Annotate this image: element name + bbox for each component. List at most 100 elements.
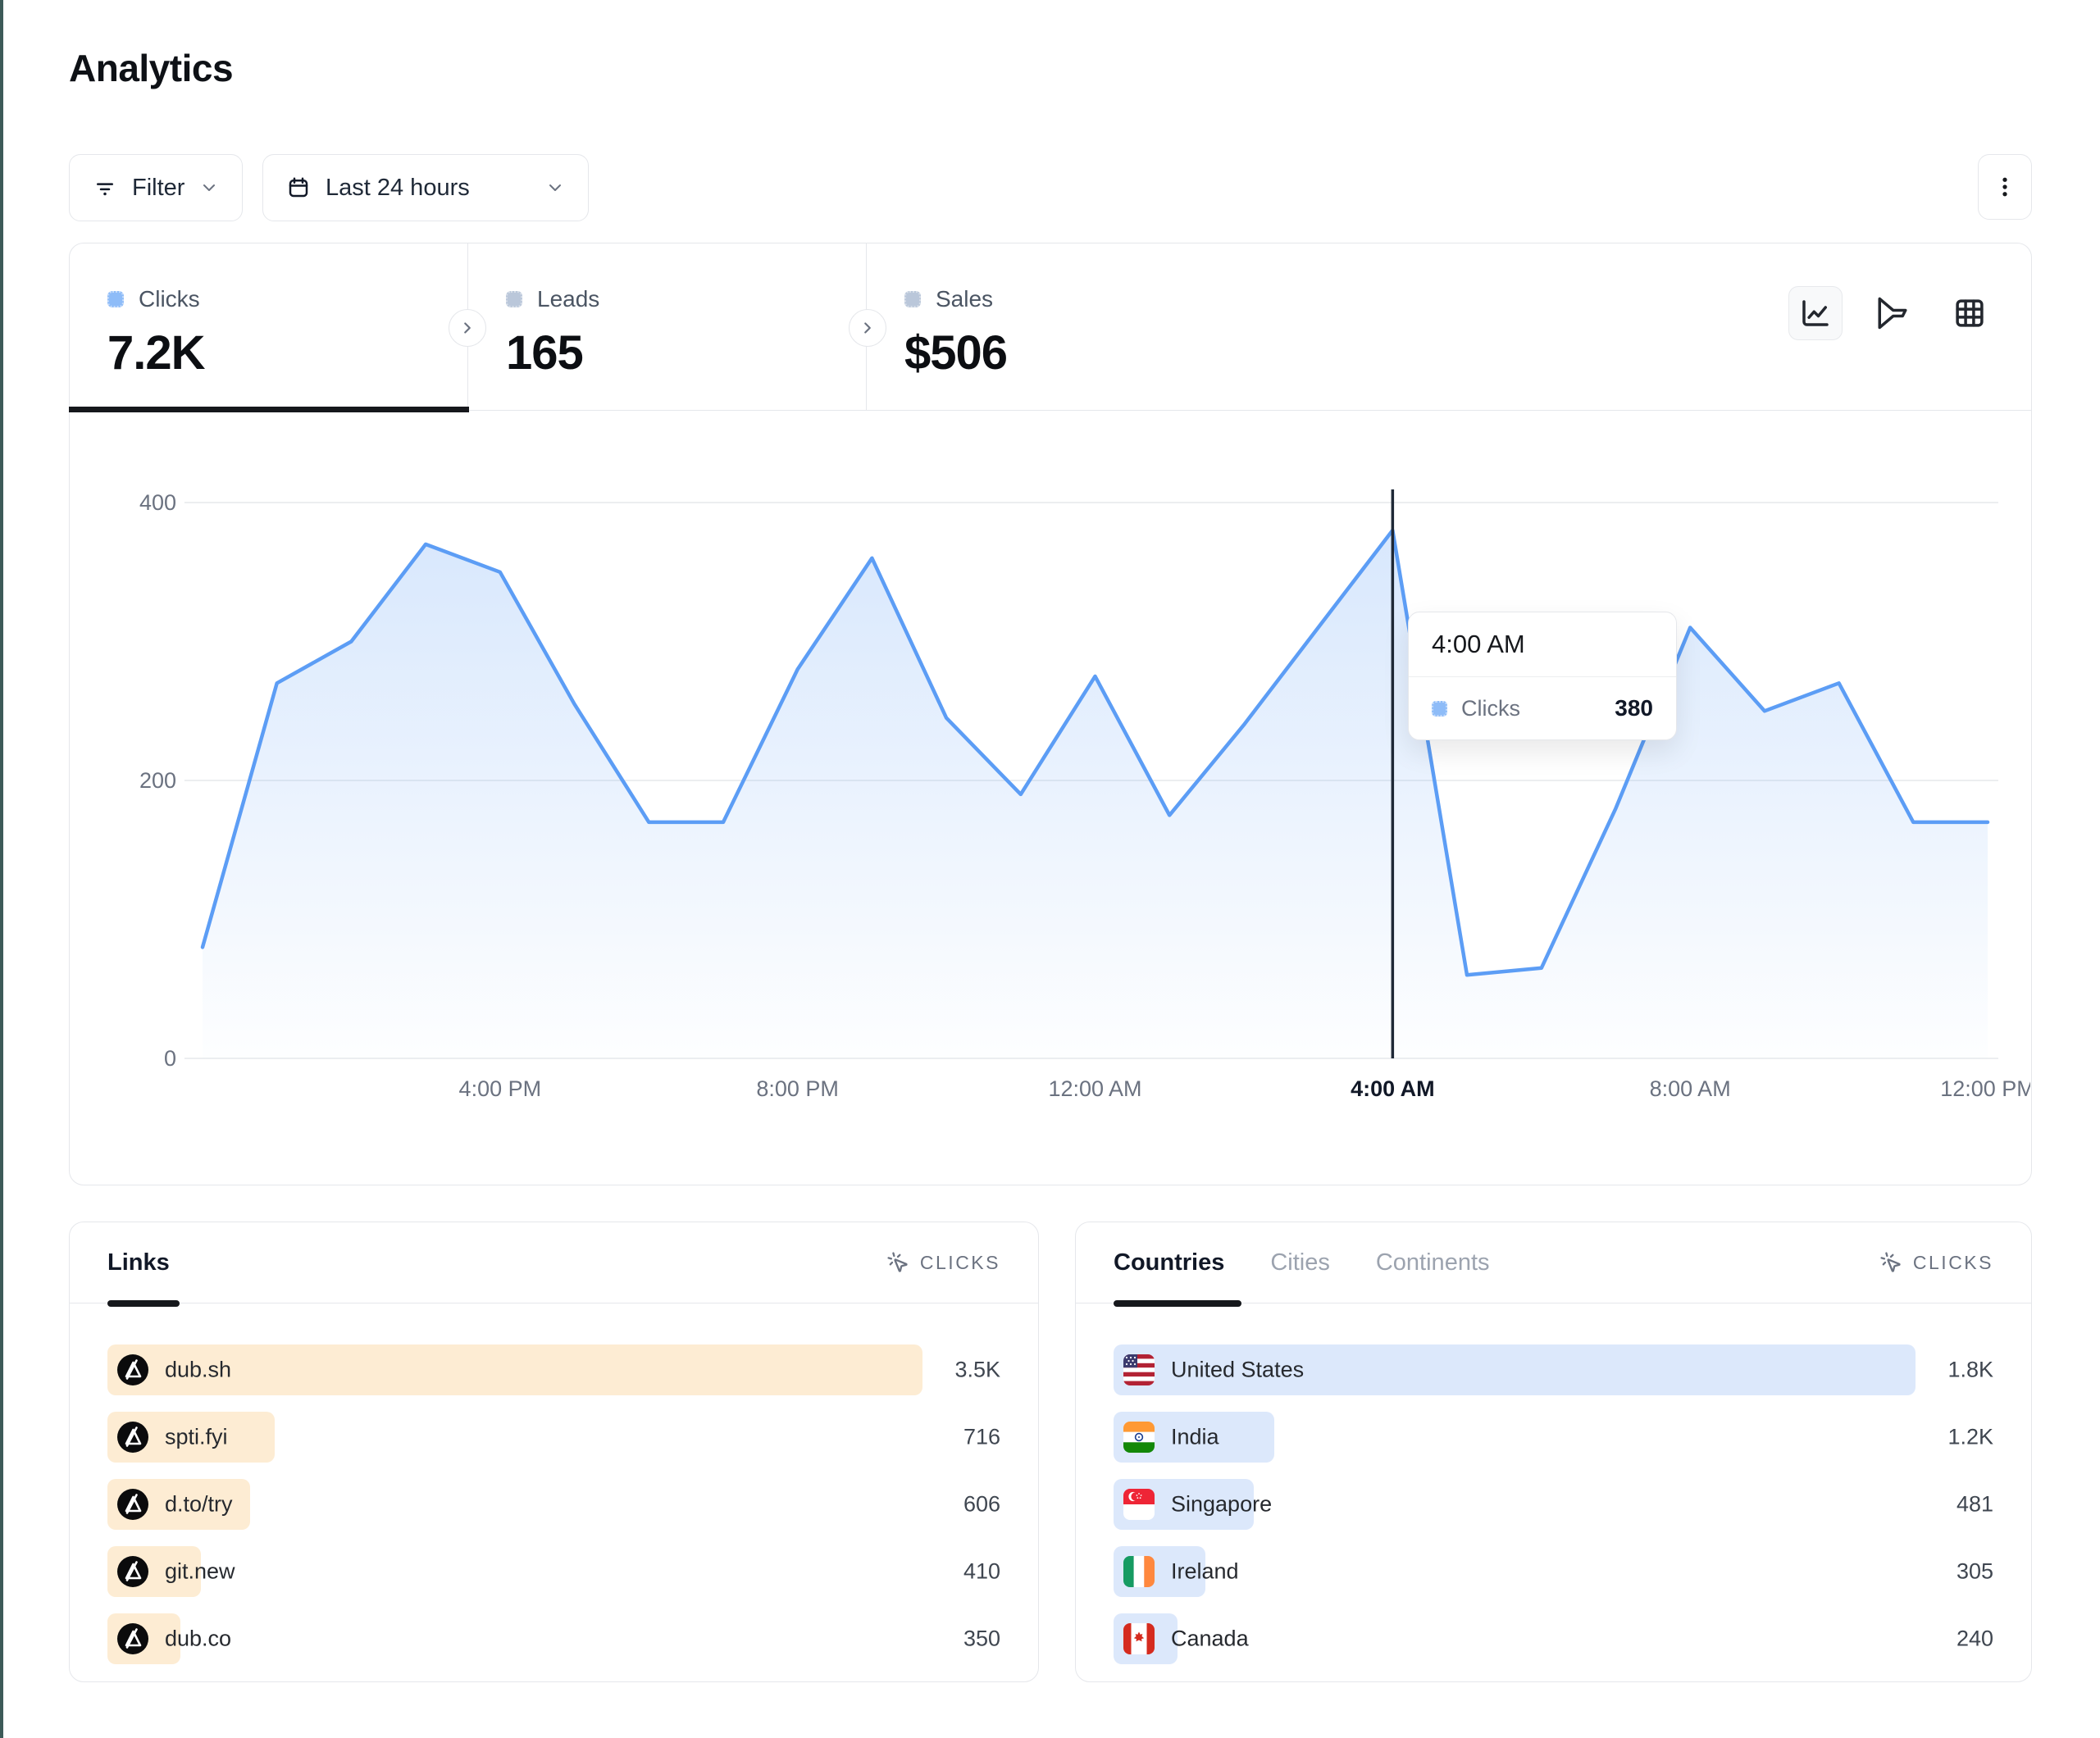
expand-clicks-button[interactable]: [449, 309, 486, 347]
expand-leads-button[interactable]: [849, 309, 886, 347]
link-row-git-new[interactable]: git.new 410: [107, 1546, 1000, 1597]
x-tick-label: 4:00 AM: [1351, 1076, 1435, 1101]
x-tick-label: 12:00 AM: [1048, 1076, 1141, 1101]
locations-panel: Countries Cities Continents CLICKS Unite…: [1075, 1222, 2032, 1682]
calendar-icon: [286, 175, 311, 200]
tab-links[interactable]: Links: [107, 1249, 170, 1276]
x-tick-label: 4:00 PM: [459, 1076, 542, 1101]
row-label: India: [1171, 1425, 1219, 1450]
y-tick-label: 0: [164, 1046, 176, 1071]
dub-logo-icon: [117, 1556, 148, 1587]
more-options-button[interactable]: [1978, 154, 2032, 220]
cursor-click-icon: [886, 1251, 909, 1274]
grid-icon: [1952, 296, 1987, 330]
row-label: spti.fyi: [165, 1425, 228, 1450]
line-chart-icon: [1798, 296, 1833, 330]
chart-view-toggles: [1788, 286, 1997, 340]
sales-value: $506: [904, 325, 1265, 380]
y-tick-label: 200: [139, 768, 176, 793]
clicks-tab-label: Clicks: [139, 286, 200, 312]
dub-logo-icon: [117, 1489, 148, 1520]
row-value: 1.8K: [1947, 1358, 1993, 1383]
row-value: 3.5K: [954, 1358, 1000, 1383]
sg-flag-icon: [1123, 1489, 1155, 1520]
x-tick-label: 8:00 PM: [756, 1076, 839, 1101]
link-row-d-to-try[interactable]: d.to/try 606: [107, 1479, 1000, 1530]
country-row-united-states[interactable]: United States 1.8K: [1114, 1344, 1993, 1395]
row-label: dub.sh: [165, 1358, 231, 1383]
tab-cities[interactable]: Cities: [1270, 1249, 1330, 1276]
leads-tab-label: Leads: [537, 286, 599, 312]
in-flag-icon: [1123, 1422, 1155, 1453]
filter-icon: [93, 175, 117, 200]
tooltip-time: 4:00 AM: [1409, 612, 1676, 677]
links-active-tab-underline: [107, 1300, 180, 1307]
leads-value: 165: [506, 325, 866, 380]
left-edge-divider: [0, 0, 3, 1738]
line-chart-view-button[interactable]: [1788, 286, 1843, 340]
date-range-label: Last 24 hours: [326, 175, 470, 202]
chevron-right-icon: [458, 319, 476, 337]
leads-swatch-icon: [506, 291, 522, 307]
date-range-button[interactable]: Last 24 hours: [262, 154, 589, 221]
country-row-ireland[interactable]: Ireland 305: [1114, 1546, 1993, 1597]
dub-logo-icon: [117, 1354, 148, 1385]
row-value: 305: [1957, 1559, 1993, 1585]
table-view-button[interactable]: [1943, 286, 1997, 340]
clicks-swatch-icon: [1432, 701, 1447, 717]
link-row-dub-sh[interactable]: dub.sh 3.5K: [107, 1344, 1000, 1395]
filter-button-label: Filter: [132, 175, 184, 202]
y-tick-label: 400: [139, 490, 176, 515]
link-row-spti-fyi[interactable]: spti.fyi 716: [107, 1412, 1000, 1463]
us-flag-icon: [1123, 1354, 1155, 1385]
links-panel: Links CLICKS dub.sh 3.5K spti.fyi 716 d.…: [69, 1222, 1039, 1682]
tooltip-series-label: Clicks: [1461, 696, 1520, 721]
countries-list: United States 1.8K India 1.2K Singapore …: [1076, 1304, 2031, 1664]
tab-clicks[interactable]: Clicks 7.2K: [70, 243, 468, 410]
chevron-down-icon: [199, 178, 219, 198]
link-row-dub-co[interactable]: dub.co 350: [107, 1613, 1000, 1664]
row-value: 1.2K: [1947, 1425, 1993, 1450]
row-value: 410: [963, 1559, 1000, 1585]
tab-continents[interactable]: Continents: [1376, 1249, 1490, 1276]
chart-tooltip: 4:00 AM Clicks 380: [1408, 612, 1677, 740]
row-label: Ireland: [1171, 1559, 1239, 1585]
ca-flag-icon: [1123, 1623, 1155, 1654]
funnel-view-button[interactable]: [1865, 286, 1920, 340]
tab-leads[interactable]: Leads 165: [468, 243, 867, 410]
row-value: 481: [1957, 1492, 1993, 1517]
metric-tabs: Clicks 7.2K Leads 165 Sales $506: [70, 243, 2031, 411]
row-label: United States: [1171, 1358, 1304, 1383]
x-tick-label: 8:00 AM: [1650, 1076, 1731, 1101]
country-row-india[interactable]: India 1.2K: [1114, 1412, 1993, 1463]
ie-flag-icon: [1123, 1556, 1155, 1587]
x-tick-label: 12:00 PM: [1940, 1076, 2030, 1101]
row-label: git.new: [165, 1559, 235, 1585]
country-row-singapore[interactable]: Singapore 481: [1114, 1479, 1993, 1530]
funnel-icon: [1875, 296, 1910, 330]
kebab-menu-icon: [1993, 175, 2017, 199]
tab-countries[interactable]: Countries: [1114, 1249, 1224, 1276]
sales-tab-label: Sales: [936, 286, 993, 312]
clicks-area-chart[interactable]: 0 200 400 4:00 PM 8:00 PM 12:00 AM 4:00 AM 8:00…: [70, 411, 2030, 1185]
locations-metric-label: CLICKS: [1879, 1251, 1993, 1274]
analytics-card: Clicks 7.2K Leads 165 Sales $506: [69, 243, 2032, 1185]
chevron-right-icon: [859, 319, 877, 337]
filter-button[interactable]: Filter: [69, 154, 243, 221]
cursor-click-icon: [1879, 1251, 1902, 1274]
country-row-canada[interactable]: Canada 240: [1114, 1613, 1993, 1664]
row-label: d.to/try: [165, 1492, 233, 1517]
links-metric-label: CLICKS: [886, 1251, 1000, 1274]
clicks-swatch-icon: [107, 291, 124, 307]
row-value: 240: [1957, 1627, 1993, 1652]
dub-logo-icon: [117, 1422, 148, 1453]
page-title: Analytics: [69, 46, 233, 90]
row-value: 716: [963, 1425, 1000, 1450]
row-label: Canada: [1171, 1627, 1249, 1652]
area-fill: [203, 530, 1988, 1058]
clicks-chart-area: 0 200 400 4:00 PM 8:00 PM 12:00 AM 4:00 AM 8:00…: [70, 411, 2030, 1185]
row-label: Singapore: [1171, 1492, 1272, 1517]
tab-sales[interactable]: Sales $506: [867, 243, 1265, 410]
countries-active-tab-underline: [1114, 1300, 1241, 1307]
location-tabs: Countries Cities Continents: [1114, 1249, 1490, 1276]
